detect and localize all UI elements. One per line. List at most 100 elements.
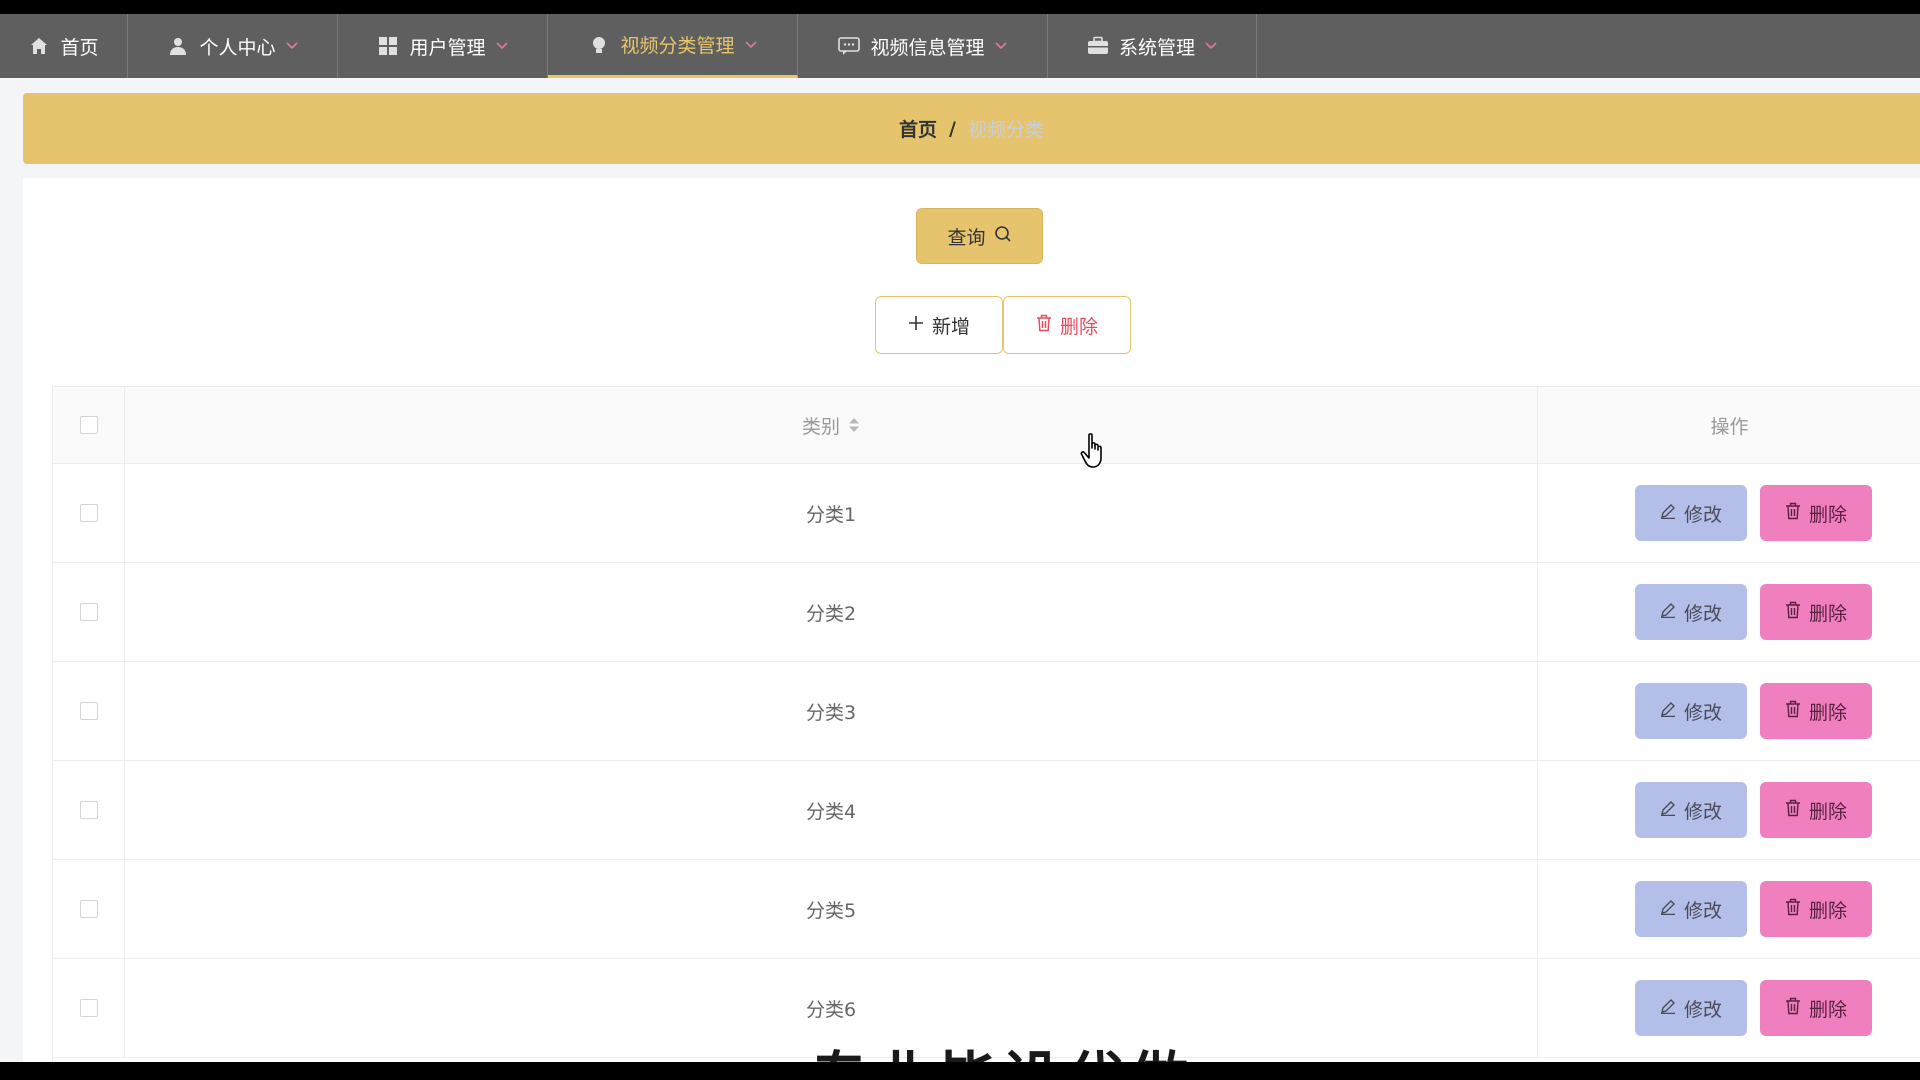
- row-check-cell: [53, 563, 125, 661]
- select-all-checkbox[interactable]: [79, 416, 98, 434]
- row-category-cell: 分类6: [125, 959, 1538, 1057]
- grid-icon: [377, 35, 399, 57]
- hand-cursor-icon: [1080, 432, 1110, 470]
- nav-label: 个人中心: [199, 36, 276, 59]
- trash-icon: [1785, 997, 1801, 1020]
- delete-button[interactable]: 删除: [1760, 782, 1872, 838]
- row-check-cell: [53, 860, 125, 958]
- row-checkbox[interactable]: [79, 603, 98, 621]
- home-icon: [28, 35, 50, 57]
- row-checkbox[interactable]: [79, 702, 98, 720]
- nav-label: 系统管理: [1118, 36, 1195, 59]
- query-button[interactable]: 查询: [916, 208, 1043, 264]
- table-row: 分类2 修改 删除: [53, 563, 1920, 662]
- row-actions-cell: 修改 删除: [1538, 860, 1920, 958]
- delete-button[interactable]: 删除: [1760, 485, 1872, 541]
- table-row: 分类5 修改 删除: [53, 860, 1920, 959]
- nav-item-home[interactable]: 首页: [0, 14, 128, 78]
- delete-button-label: 删除: [1808, 701, 1847, 724]
- batch-delete-button[interactable]: 删除: [1003, 296, 1131, 354]
- add-button[interactable]: 新增: [875, 296, 1003, 354]
- row-checkbox[interactable]: [79, 504, 98, 522]
- nav-item-system[interactable]: 系统管理: [1048, 14, 1257, 78]
- trash-icon: [1785, 898, 1801, 921]
- delete-button[interactable]: 删除: [1760, 980, 1872, 1036]
- app-screen: 首页 个人中心 用户管理 视频分类管理 视频信息管理 系统管理 首页 / 视频分…: [0, 14, 1920, 1062]
- table-row: 分类3 修改 删除: [53, 662, 1920, 761]
- row-category-label: 分类5: [805, 899, 857, 922]
- table-header: 类别 操作: [53, 386, 1920, 464]
- row-checkbox[interactable]: [79, 801, 98, 819]
- query-button-label: 查询: [947, 226, 986, 249]
- header-category-cell[interactable]: 类别: [125, 387, 1538, 463]
- delete-button-label: 删除: [1808, 602, 1847, 625]
- edit-button[interactable]: 修改: [1635, 881, 1747, 937]
- chevron-down-icon: [1205, 40, 1217, 52]
- nav-item-user-management[interactable]: 用户管理: [338, 14, 548, 78]
- plus-icon: [908, 314, 924, 336]
- edit-button[interactable]: 修改: [1635, 980, 1747, 1036]
- table-row: 分类6 修改 删除: [53, 959, 1920, 1058]
- chevron-down-icon: [994, 40, 1007, 52]
- delete-button-label: 删除: [1808, 503, 1847, 526]
- nav-item-profile[interactable]: 个人中心: [128, 14, 338, 78]
- delete-button-label: 删除: [1808, 998, 1847, 1021]
- header-check-cell: [53, 387, 125, 463]
- bulb-icon: [588, 34, 610, 56]
- row-category-cell: 分类1: [125, 464, 1538, 562]
- header-actions-cell: 操作: [1538, 387, 1920, 463]
- row-actions-cell: 修改 删除: [1538, 563, 1920, 661]
- breadcrumb-home[interactable]: 首页: [899, 115, 937, 142]
- row-category-cell: 分类2: [125, 563, 1538, 661]
- edit-button-label: 修改: [1683, 701, 1722, 724]
- edit-icon: [1660, 502, 1676, 524]
- edit-icon: [1660, 898, 1676, 920]
- nav-label: 首页: [60, 36, 99, 59]
- edit-button[interactable]: 修改: [1635, 782, 1747, 838]
- row-category-cell: 分类3: [125, 662, 1538, 760]
- message-icon: [838, 35, 861, 57]
- briefcase-icon: [1087, 35, 1109, 57]
- nav-item-video-info[interactable]: 视频信息管理: [798, 14, 1048, 78]
- category-table: 类别 操作 分类1 修改 删除 分类2 修改 删除 分类3 修改 删除 分类4 …: [52, 386, 1920, 1062]
- header-category-label: 类别: [801, 415, 840, 438]
- trash-icon: [1785, 502, 1801, 525]
- row-actions-cell: 修改 删除: [1538, 761, 1920, 859]
- table-row: 分类1 修改 删除: [53, 464, 1920, 563]
- delete-button[interactable]: 删除: [1760, 584, 1872, 640]
- nav-item-video-category[interactable]: 视频分类管理: [548, 14, 798, 78]
- breadcrumb-separator: /: [949, 117, 956, 140]
- edit-button[interactable]: 修改: [1635, 683, 1747, 739]
- row-actions-cell: 修改 删除: [1538, 959, 1920, 1057]
- nav-label: 视频分类管理: [620, 35, 735, 57]
- delete-button[interactable]: 删除: [1760, 881, 1872, 937]
- delete-button-label: 删除: [1808, 800, 1847, 823]
- top-nav: 首页 个人中心 用户管理 视频分类管理 视频信息管理 系统管理: [0, 14, 1920, 78]
- row-actions-cell: 修改 删除: [1538, 464, 1920, 562]
- row-checkbox[interactable]: [79, 900, 98, 918]
- trash-icon: [1036, 314, 1052, 337]
- edit-icon: [1660, 997, 1676, 1019]
- edit-button[interactable]: 修改: [1635, 485, 1747, 541]
- header-actions-label: 操作: [1710, 415, 1749, 438]
- row-category-label: 分类3: [805, 701, 857, 724]
- sort-icon[interactable]: [848, 416, 860, 434]
- trash-icon: [1785, 601, 1801, 624]
- row-check-cell: [53, 662, 125, 760]
- edit-icon: [1660, 799, 1676, 821]
- row-category-label: 分类2: [805, 602, 857, 625]
- breadcrumb: 首页 / 视频分类: [23, 93, 1920, 164]
- watermark-text: 专业毕设代做: [810, 1050, 1194, 1062]
- edit-button-label: 修改: [1683, 503, 1722, 526]
- row-check-cell: [53, 959, 125, 1057]
- edit-button-label: 修改: [1683, 998, 1722, 1021]
- batch-delete-label: 删除: [1059, 315, 1098, 338]
- trash-icon: [1785, 700, 1801, 723]
- chevron-down-icon: [744, 39, 757, 51]
- edit-button-label: 修改: [1683, 800, 1722, 823]
- trash-icon: [1785, 799, 1801, 822]
- edit-button[interactable]: 修改: [1635, 584, 1747, 640]
- delete-button[interactable]: 删除: [1760, 683, 1872, 739]
- row-checkbox[interactable]: [79, 999, 98, 1017]
- search-icon: [994, 225, 1012, 248]
